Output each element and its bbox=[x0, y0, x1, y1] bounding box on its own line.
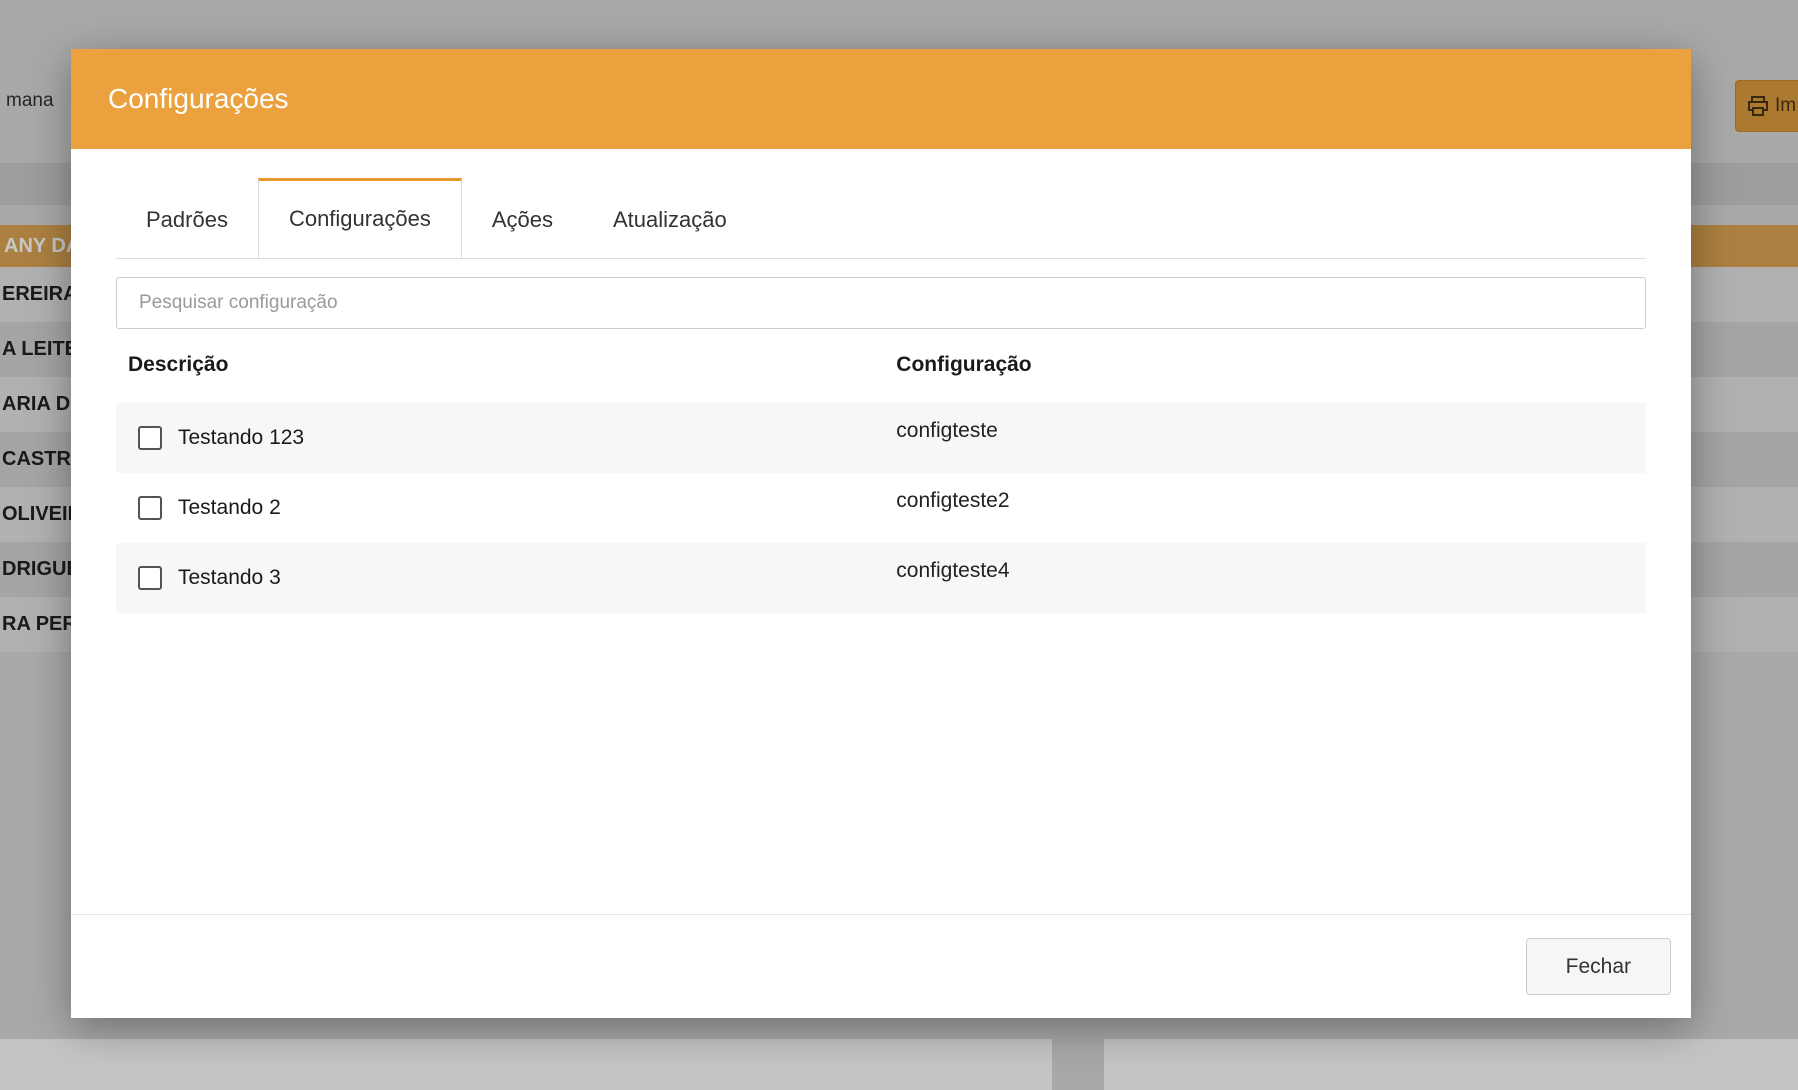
column-header-configuracao: Configuração bbox=[896, 353, 1646, 377]
table-row: Testando 3 configteste4 bbox=[116, 543, 1646, 613]
tab-padroes[interactable]: Padrões bbox=[116, 178, 258, 258]
row-description: Testando 2 bbox=[178, 496, 281, 520]
config-table-header: Descrição Configuração bbox=[116, 329, 1646, 403]
screen: mana Im ANY DA EREIRA A LEITE ARIA D CAS… bbox=[0, 0, 1798, 1090]
description-cell: Testando 2 bbox=[116, 496, 896, 520]
table-row: Testando 2 configteste2 bbox=[116, 473, 1646, 543]
row-description: Testando 3 bbox=[178, 566, 281, 590]
row-description: Testando 123 bbox=[178, 426, 304, 450]
tab-configuracoes[interactable]: Configurações bbox=[258, 178, 462, 258]
row-checkbox[interactable] bbox=[138, 566, 162, 590]
description-cell: Testando 123 bbox=[116, 426, 896, 450]
column-header-descricao: Descrição bbox=[116, 353, 896, 377]
modal-header: Configurações bbox=[71, 49, 1691, 149]
configuracoes-modal: Configurações Padrões Configurações Açõe… bbox=[71, 49, 1691, 1018]
description-cell: Testando 3 bbox=[116, 566, 896, 590]
config-cell: configteste bbox=[896, 403, 1646, 443]
close-button[interactable]: Fechar bbox=[1526, 938, 1671, 995]
config-cell: configteste2 bbox=[896, 473, 1646, 513]
search-input[interactable] bbox=[116, 277, 1646, 329]
table-row: Testando 123 configteste bbox=[116, 403, 1646, 473]
tab-acoes[interactable]: Ações bbox=[462, 178, 583, 258]
row-checkbox[interactable] bbox=[138, 426, 162, 450]
row-checkbox[interactable] bbox=[138, 496, 162, 520]
modal-body-spacer bbox=[71, 613, 1691, 914]
config-cell: configteste4 bbox=[896, 543, 1646, 583]
search-row bbox=[116, 277, 1646, 329]
tab-bar: Padrões Configurações Ações Atualização bbox=[116, 178, 1646, 259]
modal-title: Configurações bbox=[108, 83, 289, 115]
tab-atualizacao[interactable]: Atualização bbox=[583, 178, 757, 258]
modal-footer: Fechar bbox=[71, 914, 1691, 1018]
config-table: Descrição Configuração Testando 123 conf… bbox=[116, 329, 1646, 613]
